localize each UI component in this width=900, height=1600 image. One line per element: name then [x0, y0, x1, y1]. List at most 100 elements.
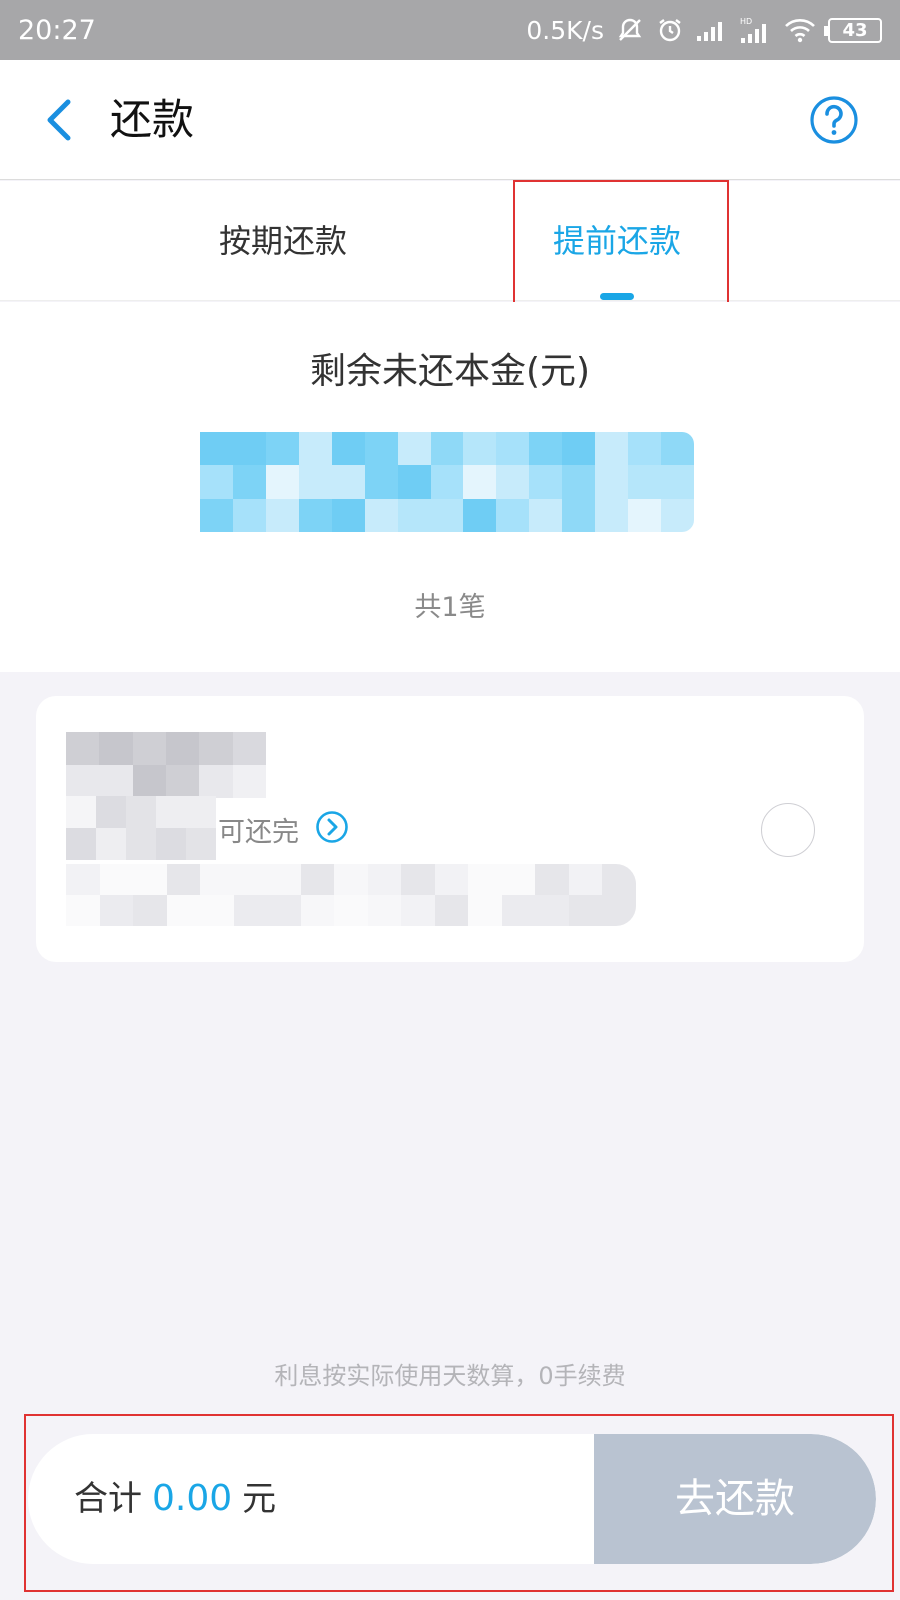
mosaic-cell: [434, 864, 469, 895]
mosaic-cell: [200, 465, 233, 499]
mosaic-cell: [66, 765, 100, 798]
mosaic-cell: [401, 864, 435, 895]
mosaic-cell: [298, 432, 332, 466]
wifi-icon: [784, 17, 816, 43]
mosaic-cell: [463, 432, 497, 466]
mosaic-cell: [535, 864, 569, 895]
mosaic-cell: [331, 432, 365, 466]
mosaic-cell: [200, 498, 233, 532]
active-tab-indicator: [600, 293, 634, 300]
mosaic-cell: [199, 732, 233, 765]
mosaic-cell: [334, 895, 368, 926]
mosaic-cell: [529, 432, 563, 466]
mosaic-cell: [529, 465, 563, 499]
mosaic-cell: [468, 895, 502, 926]
mosaic-cell: [595, 465, 629, 499]
summary-title: 剩余未还本金(元): [309, 351, 591, 392]
mosaic-cell: [267, 864, 301, 895]
mosaic-cell: [132, 765, 166, 798]
network-speed: 0.5K/s: [526, 15, 604, 45]
mosaic-cell: [331, 465, 365, 499]
svg-text:HD: HD: [740, 17, 752, 26]
mosaic-cell: [99, 765, 133, 798]
pixelated-loan-meta: [66, 796, 216, 860]
mosaic-cell: [331, 498, 365, 532]
alarm-icon: [656, 16, 684, 44]
back-button[interactable]: [30, 88, 86, 152]
mosaic-cell: [430, 498, 464, 532]
tab-label: 提前还款: [552, 222, 681, 260]
total-label: 合计 0.00 元: [74, 1434, 276, 1564]
mosaic-cell: [568, 864, 603, 895]
mosaic-cell: [186, 796, 216, 828]
battery-icon: 43: [824, 17, 882, 43]
mosaic-cell: [430, 432, 464, 466]
status-icons: 0.5K/s HD 43: [526, 16, 882, 45]
remaining-principal-summary: 剩余未还本金(元) 共1笔: [0, 302, 900, 672]
mosaic-cell: [186, 828, 216, 860]
mosaic-cell: [133, 895, 167, 926]
page-title: 还款: [110, 95, 195, 144]
status-bar: 20:27 0.5K/s HD 43: [0, 0, 900, 60]
mosaic-cell: [562, 465, 596, 499]
payoff-text: 可还完: [218, 817, 299, 848]
signal-icon: [696, 18, 728, 42]
help-button[interactable]: [808, 94, 860, 146]
mosaic-cell: [529, 498, 563, 532]
mosaic-cell: [200, 895, 234, 926]
pixelated-loan-description: [66, 864, 636, 926]
mosaic-cell: [397, 498, 431, 532]
mosaic-cell: [661, 498, 694, 532]
status-time: 20:27: [18, 14, 96, 46]
chevron-left-icon: [47, 99, 71, 141]
mosaic-cell: [602, 895, 636, 926]
loan-select-radio[interactable]: [761, 803, 815, 857]
mosaic-cell: [200, 864, 234, 895]
mosaic-cell: [661, 465, 694, 499]
pixelated-loan-name: [66, 732, 266, 798]
mosaic-cell: [364, 498, 398, 532]
mosaic-cell: [156, 796, 186, 828]
mosaic-cell: [401, 895, 435, 926]
mosaic-cell: [562, 498, 596, 532]
pixelated-amount: [200, 432, 694, 532]
mosaic-cell: [96, 796, 126, 828]
mosaic-cell: [232, 765, 266, 798]
mosaic-cell: [628, 465, 662, 499]
repayment-tabs: 按期还款 提前还款: [0, 181, 900, 301]
mosaic-cell: [265, 498, 299, 532]
mosaic-cell: [126, 828, 156, 860]
mosaic-cell: [126, 796, 156, 828]
chevron-right-circle-icon[interactable]: [315, 810, 349, 844]
mosaic-cell: [165, 732, 200, 765]
mosaic-cell: [133, 864, 167, 895]
loan-card[interactable]: 可还完: [36, 696, 864, 962]
mosaic-cell: [165, 765, 200, 798]
mosaic-cell: [232, 498, 266, 532]
mosaic-cell: [267, 895, 301, 926]
mosaic-cell: [496, 498, 530, 532]
mosaic-cell: [199, 765, 233, 798]
mosaic-cell: [166, 864, 201, 895]
tab-scheduled-repayment[interactable]: 按期还款: [133, 181, 433, 301]
total-unit: 元: [242, 1479, 277, 1519]
mosaic-cell: [434, 895, 469, 926]
mosaic-cell: [66, 732, 100, 765]
mosaic-cell: [367, 864, 402, 895]
mosaic-cell: [430, 465, 464, 499]
mosaic-cell: [397, 465, 431, 499]
repay-button[interactable]: 去还款: [594, 1434, 876, 1564]
loan-count: 共1笔: [414, 592, 486, 623]
mosaic-cell: [166, 895, 201, 926]
mosaic-cell: [99, 864, 134, 895]
mosaic-cell: [397, 432, 431, 466]
mosaic-cell: [232, 732, 266, 765]
mosaic-cell: [298, 498, 332, 532]
mosaic-cell: [334, 864, 368, 895]
mosaic-cell: [602, 864, 636, 895]
tab-early-repayment[interactable]: 提前还款: [467, 181, 767, 301]
mosaic-cell: [628, 432, 662, 466]
mosaic-cell: [468, 864, 502, 895]
mosaic-cell: [364, 432, 398, 466]
mosaic-cell: [463, 465, 497, 499]
